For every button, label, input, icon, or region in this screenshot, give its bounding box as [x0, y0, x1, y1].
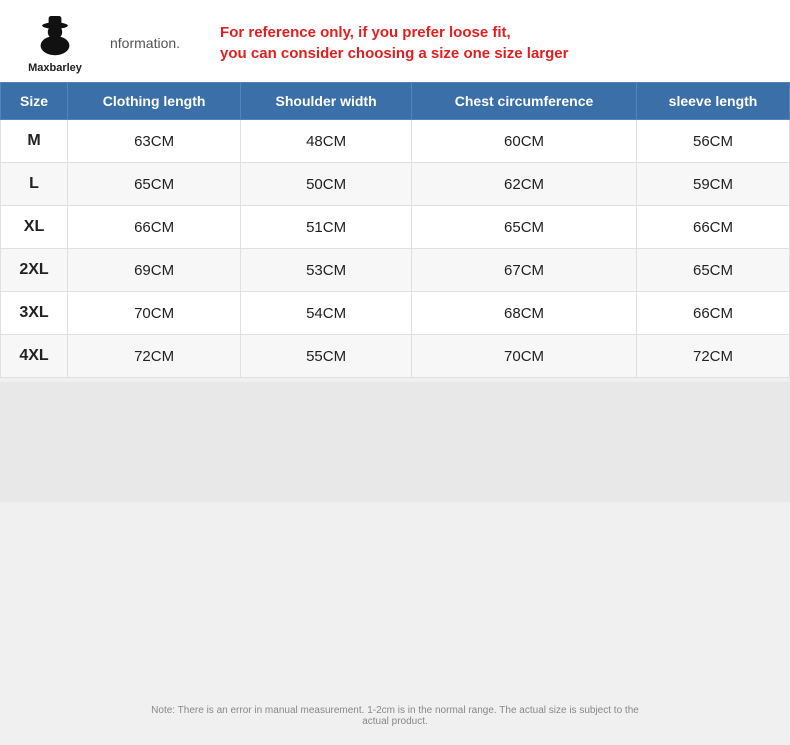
cell-shoulder_width: 54CM	[241, 292, 412, 335]
cell-chest_circumference: 68CM	[412, 292, 637, 335]
cell-size: 2XL	[1, 249, 68, 292]
page-wrapper: Maxbarley nformation. For reference only…	[0, 0, 790, 745]
table-row: 4XL72CM55CM70CM72CM	[1, 335, 790, 378]
header-area: Maxbarley nformation. For reference only…	[0, 0, 790, 82]
table-row: 2XL69CM53CM67CM65CM	[1, 249, 790, 292]
cell-shoulder_width: 55CM	[241, 335, 412, 378]
table-row: L65CM50CM62CM59CM	[1, 163, 790, 206]
lower-section	[0, 382, 790, 502]
cell-chest_circumference: 70CM	[412, 335, 637, 378]
table-header-row: Size Clothing length Shoulder width Ches…	[1, 83, 790, 120]
col-shoulder-width: Shoulder width	[241, 83, 412, 120]
col-clothing-length: Clothing length	[68, 83, 241, 120]
cell-sleeve_length: 72CM	[637, 335, 790, 378]
cell-size: M	[1, 120, 68, 163]
table-row: M63CM48CM60CM56CM	[1, 120, 790, 163]
table-row: XL66CM51CM65CM66CM	[1, 206, 790, 249]
cell-size: 4XL	[1, 335, 68, 378]
cell-sleeve_length: 59CM	[637, 163, 790, 206]
cell-size: L	[1, 163, 68, 206]
col-sleeve-length: sleeve length	[637, 83, 790, 120]
cell-chest_circumference: 67CM	[412, 249, 637, 292]
footer-note: Note: There is an error in manual measur…	[145, 705, 645, 727]
cell-sleeve_length: 65CM	[637, 249, 790, 292]
cell-shoulder_width: 51CM	[241, 206, 412, 249]
header-note: For reference only, if you prefer loose …	[220, 22, 568, 64]
cell-clothing_length: 70CM	[68, 292, 241, 335]
cell-shoulder_width: 53CM	[241, 249, 412, 292]
size-table-container: Size Clothing length Shoulder width Ches…	[0, 82, 790, 378]
brand-name: Maxbarley	[28, 62, 82, 74]
cell-size: XL	[1, 206, 68, 249]
col-chest-circumference: Chest circumference	[412, 83, 637, 120]
logo-icon	[31, 12, 79, 60]
table-row: 3XL70CM54CM68CM66CM	[1, 292, 790, 335]
cell-clothing_length: 66CM	[68, 206, 241, 249]
header-info-text: nformation.	[110, 35, 180, 51]
cell-clothing_length: 63CM	[68, 120, 241, 163]
cell-chest_circumference: 60CM	[412, 120, 637, 163]
cell-clothing_length: 69CM	[68, 249, 241, 292]
cell-clothing_length: 72CM	[68, 335, 241, 378]
cell-shoulder_width: 48CM	[241, 120, 412, 163]
cell-clothing_length: 65CM	[68, 163, 241, 206]
cell-shoulder_width: 50CM	[241, 163, 412, 206]
cell-size: 3XL	[1, 292, 68, 335]
cell-sleeve_length: 66CM	[637, 206, 790, 249]
logo-area: Maxbarley	[20, 12, 90, 74]
col-size: Size	[1, 83, 68, 120]
cell-chest_circumference: 65CM	[412, 206, 637, 249]
cell-chest_circumference: 62CM	[412, 163, 637, 206]
cell-sleeve_length: 56CM	[637, 120, 790, 163]
cell-sleeve_length: 66CM	[637, 292, 790, 335]
size-table: Size Clothing length Shoulder width Ches…	[0, 82, 790, 378]
